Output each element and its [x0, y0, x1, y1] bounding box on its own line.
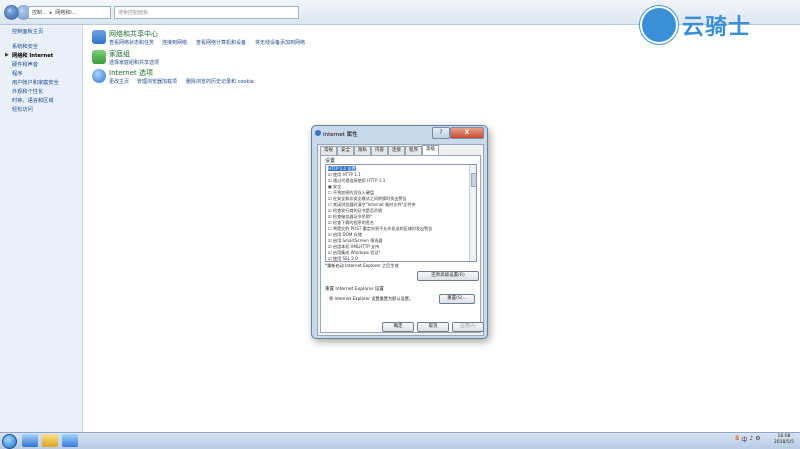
search-input[interactable]: 搜索控制面板 [114, 6, 299, 19]
nav-user-accounts[interactable]: 用户帐户和家庭安全 [12, 79, 59, 86]
close-button[interactable]: X [450, 127, 484, 139]
settings-item[interactable]: ☑ 通过代理连接使用 HTTP 1.1 [328, 178, 385, 183]
ie-taskbar-icon[interactable] [22, 434, 38, 447]
help-button[interactable]: ? [432, 127, 450, 139]
left-nav-pane: 控制面板主页 系统和安全 ▶ 网络和 Internet 硬件和声音 程序 用户帐… [0, 25, 83, 432]
nav-network-internet[interactable]: 网络和 Internet [12, 52, 53, 59]
back-arrow-icon: ‹ [8, 6, 12, 15]
settings-item[interactable]: ☑ 启用本机 XMLHTTP 支持 [328, 244, 379, 249]
settings-scrollbar[interactable] [469, 165, 476, 261]
settings-gear-icon[interactable]: ⚙ [755, 435, 760, 444]
settings-item[interactable]: ☑ 启用 DOM 存储 [328, 232, 362, 237]
settings-item[interactable]: ☑ 启用 SmartScreen 筛选器 [328, 238, 383, 243]
restart-note: *重新启动 Internet Explorer 之后生效 [325, 263, 399, 268]
settings-label: 设置 [325, 158, 336, 164]
nav-ease-of-access[interactable]: 轻松访问 [12, 106, 33, 113]
category-link[interactable]: 管理浏览器加载项 [137, 78, 177, 85]
input-method-icon[interactable]: S [735, 435, 739, 444]
internet-properties-dialog: Internet 属性 ? X 常规 安全 隐私 内容 连接 程序 高级 设置 … [311, 125, 488, 339]
tab-general[interactable]: 常规 [320, 146, 337, 155]
nav-control-panel-home[interactable]: 控制面板主页 [12, 28, 43, 35]
nav-clock-language[interactable]: 时钟、语言和区域 [12, 97, 54, 104]
clock-date: 2018/5/5 [773, 440, 795, 445]
tab-connections[interactable]: 连接 [388, 146, 405, 155]
category-link[interactable]: 删除浏览的历史记录和 cookie [186, 78, 254, 85]
breadcrumb[interactable]: 控制... ▸ 网络和I... [28, 6, 111, 19]
reset-group-title: 重置 Internet Explorer 设置 [325, 287, 384, 292]
category-title[interactable]: 家庭组 [109, 49, 130, 59]
tab-content[interactable]: 内容 [371, 146, 388, 155]
tab-programs[interactable]: 程序 [405, 146, 422, 155]
logo-text: 云骑士 [682, 15, 752, 40]
dialog-body: 常规 安全 隐私 内容 连接 程序 高级 设置 HTTP 1.1 设置 ☑ 使用… [317, 144, 484, 336]
category-title[interactable]: Internet 选项 [109, 68, 153, 78]
logo-watermark: 云骑士 [640, 6, 790, 44]
reset-button[interactable]: 重置(S)... [439, 294, 475, 304]
settings-item[interactable]: ▣ 安全 [328, 184, 341, 189]
settings-item[interactable]: ☑ 启用集成 Windows 验证* [328, 250, 380, 255]
category-title[interactable]: 网络和共享中心 [109, 29, 158, 39]
reset-description: 将 Internet Explorer 设置重置为默认设置。 [329, 296, 414, 301]
language-icon[interactable]: 中 [741, 435, 747, 444]
internet-explorer-icon [92, 69, 106, 83]
settings-item[interactable]: ☑ 在安全和非安全模式之间转换时发出警告 [328, 196, 407, 201]
dialog-titlebar[interactable]: Internet 属性 ? X [312, 126, 487, 140]
settings-item[interactable]: ☐ 将提交的 POST 重定向到不允许发送的区域时发出警告 [328, 226, 432, 231]
settings-item[interactable]: ☑ 检查服务器证书吊销* [328, 214, 372, 219]
settings-item[interactable]: ☑ 使用 SSL 2.0 [328, 256, 358, 261]
settings-item[interactable]: ☐ 不将加密的页存入硬盘 [328, 190, 374, 195]
tab-privacy[interactable]: 隐私 [354, 146, 371, 155]
settings-item[interactable]: ☑ 检查发行商的证书是否吊销 [328, 208, 382, 213]
search-placeholder: 搜索控制面板 [118, 10, 149, 16]
selected-arrow-icon: ▶ [5, 52, 9, 58]
nav-system-security[interactable]: 系统和安全 [12, 43, 38, 50]
breadcrumb-segment[interactable]: 网络和I... [55, 9, 76, 16]
breadcrumb-segment[interactable]: 控制... [32, 9, 47, 16]
category-link[interactable]: 更改主页 [109, 78, 129, 85]
settings-tree[interactable]: HTTP 1.1 设置 ☑ 使用 HTTP 1.1 ☑ 通过代理连接使用 HTT… [325, 164, 477, 262]
internet-explorer-icon [315, 130, 321, 136]
category-link[interactable]: 查看网络状态和任务 [109, 39, 154, 46]
homegroup-icon [92, 50, 106, 64]
category-link[interactable]: 查看网络计算机和设备 [196, 39, 246, 46]
dialog-title: Internet 属性 [323, 132, 358, 138]
nav-programs[interactable]: 程序 [12, 70, 22, 77]
settings-item[interactable]: ☑ 检查下载的程序的签名 [328, 220, 374, 225]
settings-item[interactable]: ☐ 关闭浏览器时清空"Internet 临时文件"文件夹 [328, 202, 416, 207]
clock[interactable]: 16:08 2018/5/5 [770, 434, 798, 446]
settings-item[interactable]: ☑ 使用 HTTP 1.1 [328, 172, 361, 177]
category-link[interactable]: 连接到网络 [162, 39, 187, 46]
advanced-panel: 设置 HTTP 1.1 设置 ☑ 使用 HTTP 1.1 ☑ 通过代理连接使用 … [320, 155, 481, 333]
nav-appearance[interactable]: 外观和个性化 [12, 88, 43, 95]
start-button[interactable] [2, 434, 17, 449]
forward-arrow-icon: › [20, 6, 24, 15]
scrollbar-thumb[interactable] [471, 173, 476, 187]
breadcrumb-separator-icon: ▸ [49, 9, 53, 16]
explorer-taskbar-icon[interactable] [42, 434, 58, 447]
restore-advanced-button[interactable]: 还原高级设置(R) [417, 271, 479, 281]
category-link[interactable]: 将无线设备添加到网络 [255, 39, 305, 46]
ok-button[interactable]: 确定 [382, 322, 414, 332]
category-link[interactable]: 选择家庭组和共享选项 [109, 59, 159, 66]
control-panel-taskbar-icon[interactable] [62, 434, 78, 447]
settings-item[interactable]: HTTP 1.1 设置 [328, 166, 356, 171]
nav-hardware-sound[interactable]: 硬件和声音 [12, 61, 38, 68]
tab-security[interactable]: 安全 [337, 146, 354, 155]
knight-logo-icon [640, 6, 678, 44]
volume-icon[interactable]: ♪ [749, 435, 753, 444]
tab-strip: 常规 安全 隐私 内容 连接 程序 高级 [320, 145, 439, 156]
taskbar: S 中 ♪ ⚙ 16:08 2018/5/5 [0, 432, 800, 449]
cancel-button[interactable]: 取消 [417, 322, 449, 332]
apply-button[interactable]: 应用(A) [452, 322, 484, 332]
network-globe-icon [92, 30, 106, 44]
system-tray: S 中 ♪ ⚙ [735, 435, 761, 444]
